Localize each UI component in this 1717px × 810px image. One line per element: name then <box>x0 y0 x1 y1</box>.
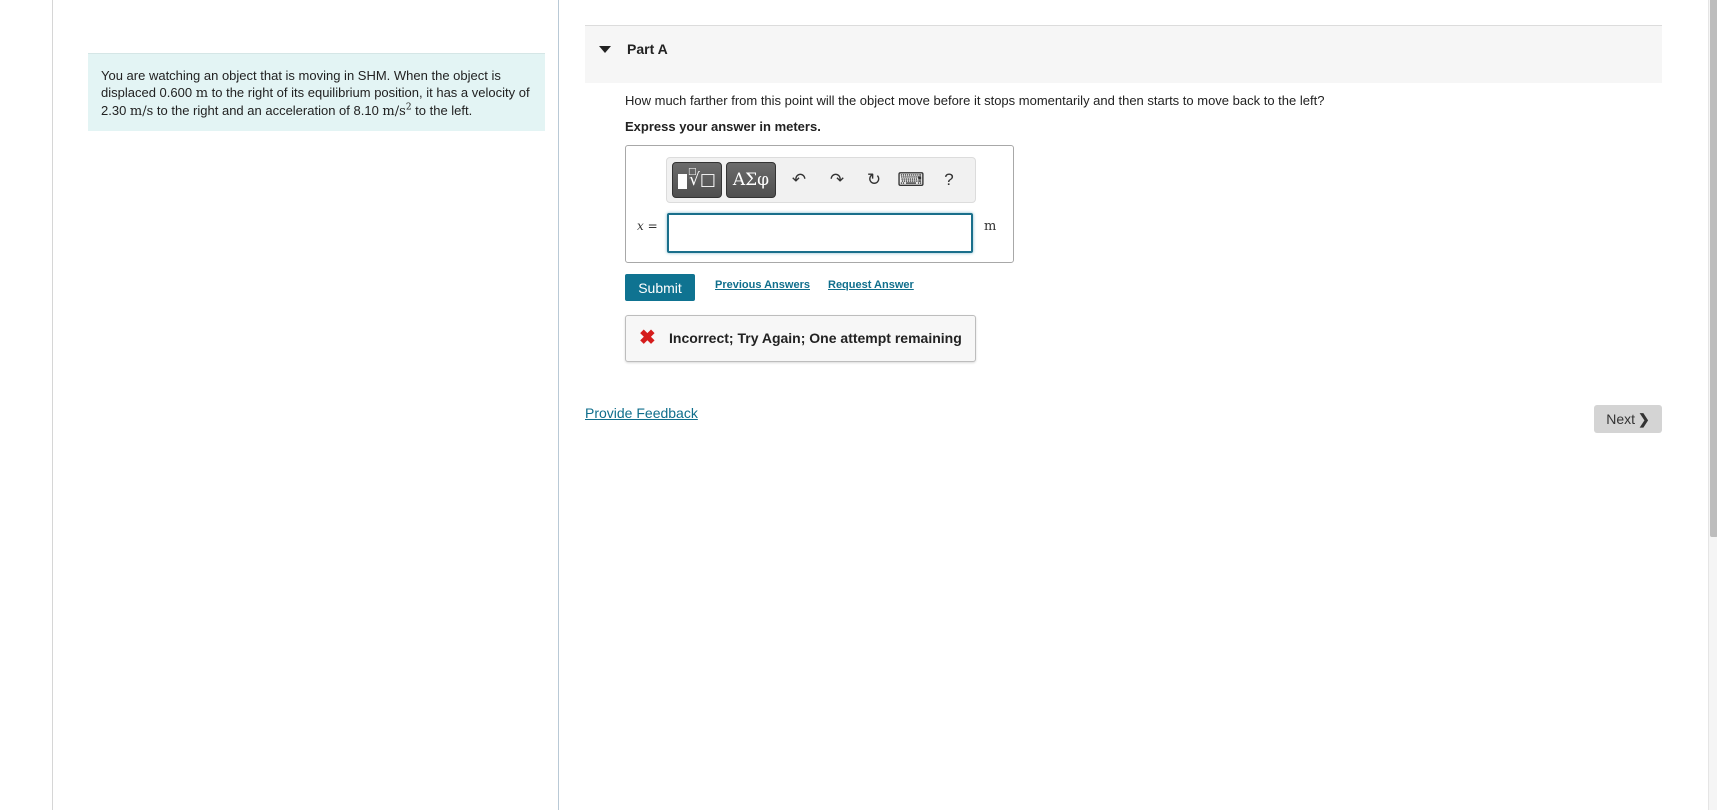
left-border-line <box>52 0 53 810</box>
unit-acceleration: m/s2 <box>382 103 411 119</box>
help-icon[interactable]: ? <box>935 166 963 194</box>
greek-symbols-button[interactable]: ΑΣφ <box>726 162 776 198</box>
request-answer-link[interactable]: Request Answer <box>828 279 914 291</box>
undo-icon[interactable]: ↶ <box>785 166 813 194</box>
unit-meters: m <box>195 86 209 101</box>
templates-icon: √ □ □ <box>678 167 716 189</box>
answer-instruction: Express your answer in meters. <box>625 119 821 134</box>
redo-icon[interactable]: ↷ <box>823 166 851 194</box>
submit-button[interactable]: Submit <box>625 274 695 301</box>
reset-icon[interactable]: ↻ <box>860 166 888 194</box>
incorrect-x-icon: ✖ <box>639 327 656 349</box>
problem-text: to the left. <box>411 103 473 118</box>
next-button[interactable]: Next ❯ <box>1594 405 1662 433</box>
part-a-header[interactable]: Part A <box>585 25 1662 83</box>
next-label: Next <box>1606 411 1636 427</box>
provide-feedback-link[interactable]: Provide Feedback <box>585 405 698 421</box>
feedback-text: Incorrect; Try Again; One attempt remain… <box>669 330 962 346</box>
keyboard-icon[interactable]: ⌨ <box>897 166 925 194</box>
scrollbar-thumb[interactable] <box>1710 0 1717 537</box>
unit-meters-per-second: m/s <box>129 104 154 119</box>
part-title: Part A <box>627 41 668 57</box>
previous-answers-link[interactable]: Previous Answers <box>715 279 810 291</box>
answer-entry-box: √ □ □ ΑΣφ ↶ ↷ ↻ ⌨ ? x = m <box>625 145 1014 263</box>
scrollbar[interactable] <box>1708 0 1717 810</box>
unit-acceleration-base: m/s <box>382 104 406 119</box>
problem-text: to the right and an acceleration of 8.10 <box>153 103 383 118</box>
question-text: How much farther from this point will th… <box>625 93 1325 108</box>
feedback-message: ✖ Incorrect; Try Again; One attempt rema… <box>625 315 976 362</box>
answer-input[interactable] <box>667 213 973 253</box>
chevron-right-icon: ❯ <box>1638 410 1650 427</box>
collapse-caret-icon[interactable] <box>599 46 611 53</box>
math-toolbar: √ □ □ ΑΣφ ↶ ↷ ↻ ⌨ ? <box>666 157 976 203</box>
unit-label: m <box>984 219 997 234</box>
problem-statement: You are watching an object that is movin… <box>88 53 545 131</box>
variable-label: x = <box>637 219 658 233</box>
templates-button[interactable]: √ □ □ <box>672 162 722 198</box>
panel-divider <box>558 0 559 810</box>
